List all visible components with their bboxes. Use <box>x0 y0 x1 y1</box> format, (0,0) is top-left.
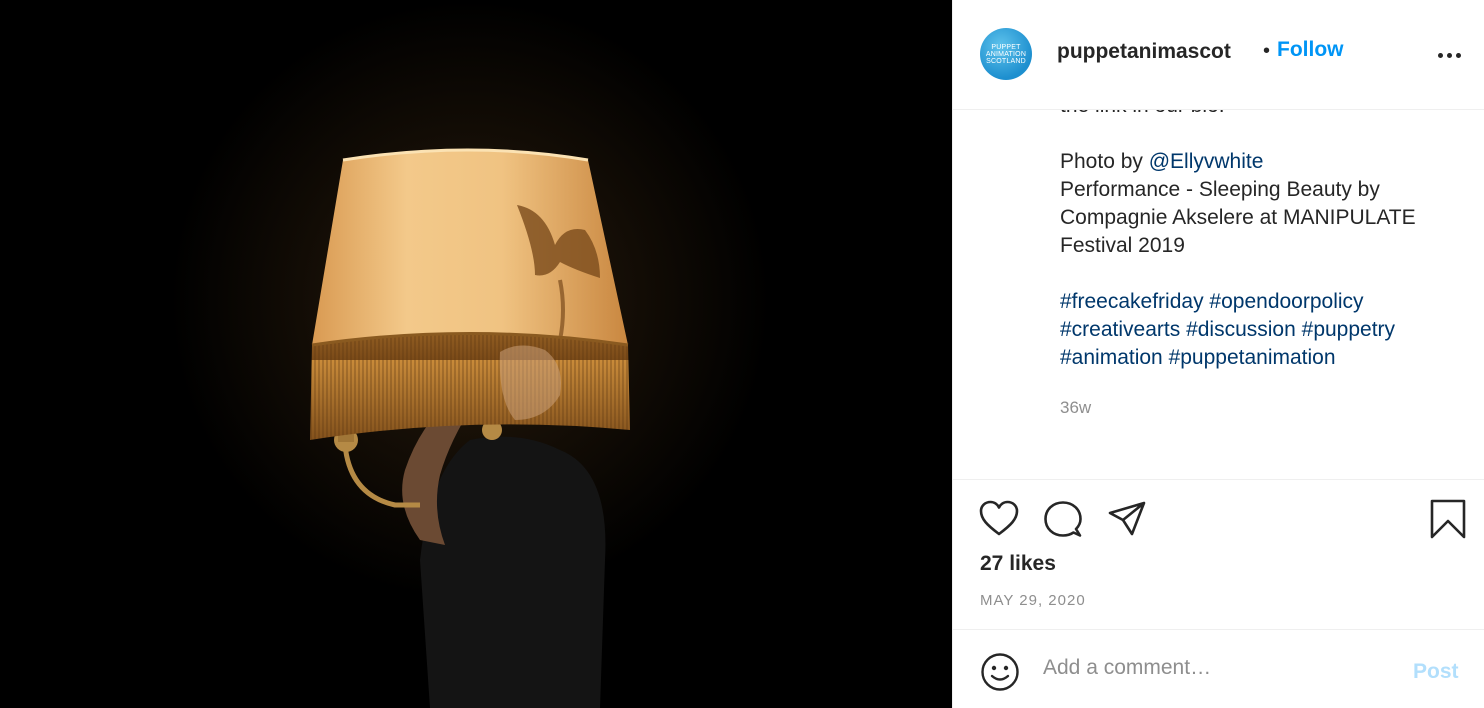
post-comment-button[interactable]: Post <box>1413 660 1459 684</box>
share-icon[interactable] <box>1107 500 1147 543</box>
avatar[interactable]: PUPPET ANIMATION SCOTLAND <box>980 28 1032 80</box>
caption-text: the link in our bio. Photo by @Ellyvwhit… <box>1060 110 1470 372</box>
comment-bar: Post <box>953 629 1484 708</box>
photographer-mention-link[interactable]: @Ellyvwhite <box>1149 150 1264 173</box>
comment-icon[interactable] <box>1043 500 1083 543</box>
hashtag-link[interactable]: #puppetry <box>1302 318 1395 341</box>
post-date[interactable]: MAY 29, 2020 <box>980 592 1086 609</box>
hashtag-line: #animation #puppetanimation <box>1060 344 1470 372</box>
caption-area: the link in our bio. Photo by @Ellyvwhit… <box>953 110 1484 479</box>
avatar-logo-text: PUPPET ANIMATION SCOTLAND <box>985 43 1027 65</box>
hashtag-link[interactable]: #puppetanimation <box>1169 346 1336 369</box>
post-photo[interactable] <box>0 0 952 708</box>
hashtag-line: #creativearts #discussion #puppetry <box>1060 316 1470 344</box>
hashtag-line: #freecakefriday #opendoorpolicy <box>1060 288 1470 316</box>
action-bar: 27 likes MAY 29, 2020 <box>953 479 1484 629</box>
more-horizontal-icon[interactable] <box>1437 44 1463 64</box>
heart-icon[interactable] <box>979 500 1019 543</box>
hashtag-link[interactable]: #freecakefriday <box>1060 290 1204 313</box>
post-side-panel: the link in our bio. Photo by @Ellyvwhit… <box>952 0 1484 708</box>
hashtag-link[interactable]: #discussion <box>1186 318 1296 341</box>
username-link[interactable]: puppetanimascot <box>1057 40 1231 64</box>
post-header: PUPPET ANIMATION SCOTLAND puppetanimasco… <box>953 0 1484 110</box>
comment-input[interactable] <box>1043 656 1403 680</box>
separator-dot: • <box>1263 40 1271 62</box>
caption-cut-line: the link in our bio. <box>1060 110 1470 120</box>
photo-credit: Photo by @Ellyvwhite <box>1060 148 1470 176</box>
follow-button[interactable]: Follow <box>1277 38 1344 62</box>
caption-age[interactable]: 36w <box>1060 398 1091 418</box>
bookmark-icon[interactable] <box>1429 498 1467 545</box>
photo-image <box>0 0 952 708</box>
hashtag-link[interactable]: #opendoorpolicy <box>1209 290 1363 313</box>
post-modal: the link in our bio. Photo by @Ellyvwhit… <box>0 0 1484 708</box>
photo-credit-prefix: Photo by <box>1060 150 1149 173</box>
hashtag-link[interactable]: #animation <box>1060 346 1163 369</box>
caption-line: Compagnie Akselere at MANIPULATE <box>1060 206 1416 229</box>
likes-count[interactable]: 27 likes <box>980 552 1056 576</box>
emoji-icon[interactable] <box>980 652 1020 697</box>
hashtag-link[interactable]: #creativearts <box>1060 318 1180 341</box>
caption-line: Performance - Sleeping Beauty by <box>1060 178 1380 201</box>
caption-line: Festival 2019 <box>1060 234 1185 257</box>
